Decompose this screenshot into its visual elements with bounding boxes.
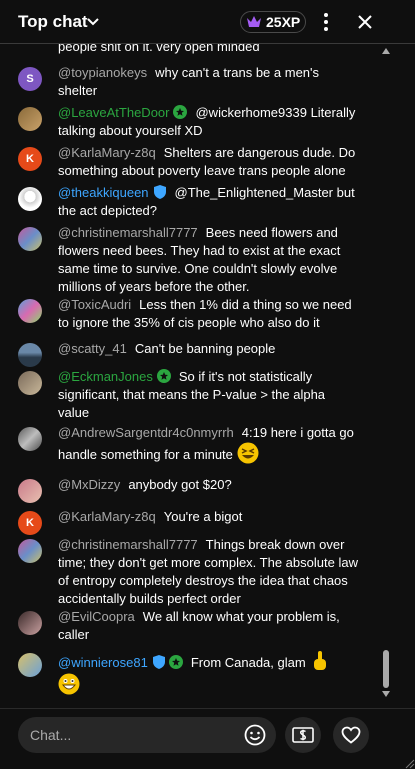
avatar[interactable] xyxy=(18,227,42,251)
avatar[interactable] xyxy=(18,371,42,395)
chat-header: Top chat 25XP xyxy=(0,0,415,44)
avatar[interactable]: K xyxy=(18,511,42,535)
member-badge-icon xyxy=(173,105,188,119)
chat-scrollbar[interactable] xyxy=(379,44,393,708)
chat-message-list: people shit on it. very open minded S @t… xyxy=(0,44,415,708)
message-author[interactable]: @ToxicAudri xyxy=(58,297,131,312)
avatar[interactable] xyxy=(18,611,42,635)
message-author[interactable]: @scatty_41 xyxy=(58,341,127,356)
grinning-emoji-icon xyxy=(58,673,80,695)
smiley-icon[interactable] xyxy=(244,724,266,746)
message-author[interactable]: @LeaveAtTheDoor xyxy=(58,105,169,120)
member-badge-icon xyxy=(168,655,183,669)
chat-mode-title[interactable]: Top chat xyxy=(18,12,88,32)
verified-shield-icon xyxy=(152,655,165,669)
partial-message-text: people shit on it. very open minded xyxy=(58,44,260,54)
message-author[interactable]: @christinemarshall7777 xyxy=(58,225,198,240)
message-text: You're a bigot xyxy=(163,509,243,524)
chat-input[interactable]: Chat... xyxy=(18,717,276,753)
dollar-icon xyxy=(292,727,314,743)
resize-handle-icon[interactable] xyxy=(403,757,415,769)
member-badge-icon xyxy=(156,369,171,383)
verified-shield-icon xyxy=(153,185,166,199)
super-chat-button[interactable] xyxy=(285,717,321,753)
divider xyxy=(0,708,415,709)
crown-icon xyxy=(247,16,261,27)
scroll-down-arrow-icon[interactable] xyxy=(381,690,391,698)
message-author[interactable]: @MxDizzy xyxy=(58,477,120,492)
scrollbar-thumb[interactable] xyxy=(383,650,389,688)
avatar[interactable]: S xyxy=(18,67,42,91)
avatar[interactable] xyxy=(18,653,42,677)
chat-input-placeholder: Chat... xyxy=(30,727,72,743)
message-author[interactable]: @winnierose81 xyxy=(58,655,148,670)
xp-value: 25XP xyxy=(266,14,301,30)
avatar[interactable] xyxy=(18,539,42,563)
avatar[interactable] xyxy=(18,343,42,367)
heart-icon xyxy=(341,726,361,744)
message-author[interactable]: @EvilCoopra xyxy=(58,609,135,624)
avatar[interactable] xyxy=(18,107,42,131)
message-author[interactable]: @EckmanJones xyxy=(58,369,153,384)
avatar[interactable] xyxy=(18,479,42,503)
close-icon[interactable] xyxy=(357,14,373,30)
scroll-up-arrow-icon[interactable] xyxy=(381,47,391,55)
message-author[interactable]: @christinemarshall7777 xyxy=(58,537,198,552)
message-author[interactable]: @theakkiqueen xyxy=(58,185,149,200)
laughing-emoji-icon xyxy=(237,442,259,464)
kebab-menu-icon[interactable] xyxy=(321,12,331,32)
pointing-up-emoji-icon xyxy=(314,651,327,670)
avatar[interactable] xyxy=(18,427,42,451)
avatar[interactable] xyxy=(18,299,42,323)
message-author[interactable]: @AndrewSargentdr4c0nmyrrh xyxy=(58,425,234,440)
message-text: anybody got $20? xyxy=(128,477,232,492)
xp-badge[interactable]: 25XP xyxy=(240,11,306,33)
chevron-down-icon[interactable] xyxy=(86,15,100,29)
message-author[interactable]: @KarlaMary-z8q xyxy=(58,145,156,160)
message-text: Can't be banning people xyxy=(134,341,276,356)
message-author[interactable]: @KarlaMary-z8q xyxy=(58,509,156,524)
avatar[interactable] xyxy=(18,187,42,211)
message-author[interactable]: @toypianokeys xyxy=(58,65,147,80)
message-text: From Canada, glam xyxy=(190,655,306,670)
like-button[interactable] xyxy=(333,717,369,753)
avatar[interactable]: K xyxy=(18,147,42,171)
chat-input-bar: Chat... xyxy=(0,708,415,769)
